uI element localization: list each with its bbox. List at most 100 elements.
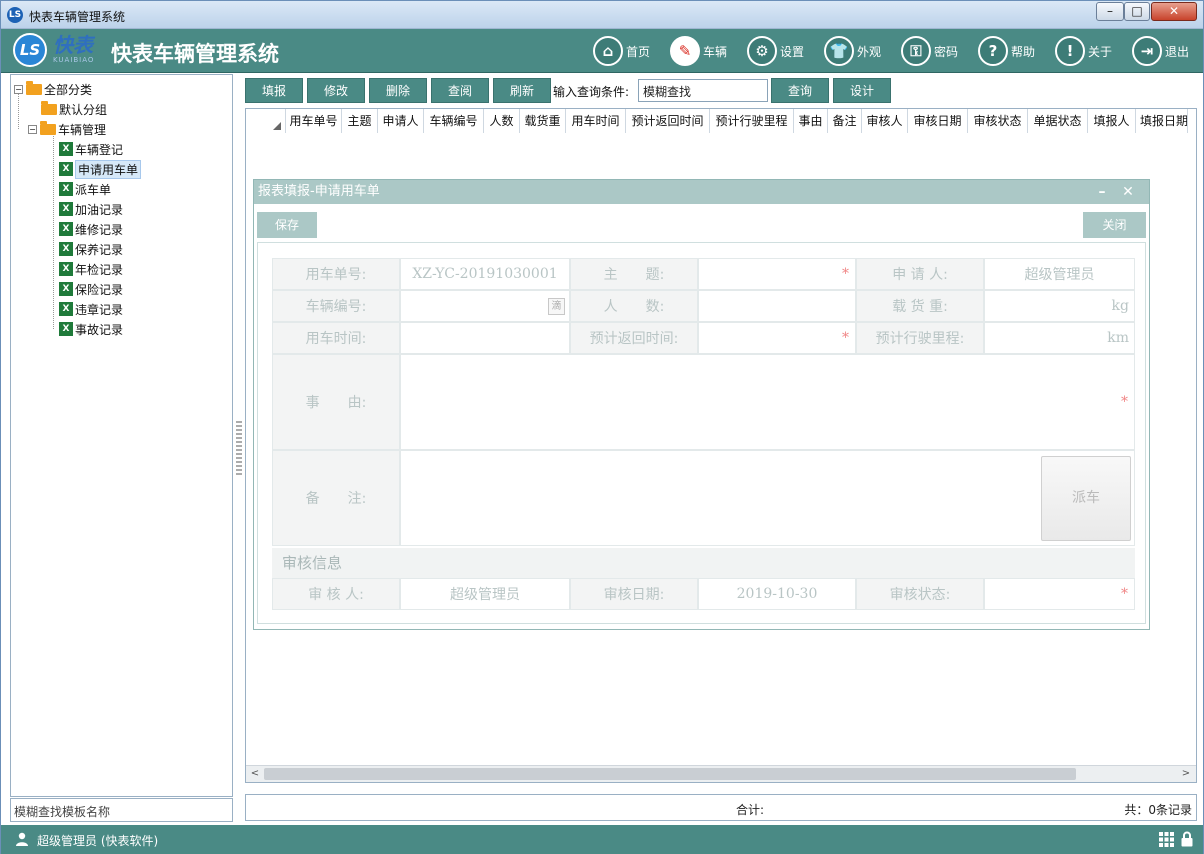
brand-logo-text: 快表 xyxy=(53,33,93,57)
query-button[interactable]: 查询 xyxy=(771,78,829,103)
mileage-field[interactable]: km xyxy=(984,322,1135,354)
order-no-field[interactable]: XZ-YC-20191030001 xyxy=(400,258,570,290)
grid-menu-icon[interactable] xyxy=(1159,832,1174,847)
tree-item-accident[interactable]: X 事故记录 xyxy=(59,320,123,338)
query-input[interactable]: 模糊查找 xyxy=(638,79,768,102)
grid-column-header[interactable]: 事由 xyxy=(794,109,828,133)
tree-item-inspection[interactable]: X 年检记录 xyxy=(59,260,123,278)
tree-item-dispatch[interactable]: X 派车单 xyxy=(59,180,111,198)
subject-field[interactable]: * xyxy=(698,258,856,290)
reason-label: 事 由: xyxy=(272,354,400,450)
user-icon xyxy=(15,832,29,846)
tree-node-vehicle-mgmt[interactable]: − 车辆管理 xyxy=(28,120,106,138)
fill-button[interactable]: 填报 xyxy=(245,78,303,103)
dialog-title: 报表填报-申请用车单 xyxy=(254,180,1149,204)
view-button[interactable]: 查阅 xyxy=(431,78,489,103)
grid-column-header[interactable]: 审核日期 xyxy=(908,109,968,133)
minimize-button[interactable]: – xyxy=(1096,2,1124,21)
tree-item-fuel[interactable]: X 加油记录 xyxy=(59,200,123,218)
nav-home[interactable]: ⌂ 首页 xyxy=(593,33,650,69)
tree-item-violation[interactable]: X 违章记录 xyxy=(59,300,123,318)
audit-date-field[interactable]: 2019-10-30 xyxy=(698,578,856,610)
save-button[interactable]: 保存 xyxy=(257,212,317,238)
close-button[interactable]: 关闭 xyxy=(1083,212,1146,238)
vehicle-no-field[interactable]: 滴 xyxy=(400,290,570,322)
grid-column-header[interactable]: 载货重 xyxy=(520,109,566,133)
nav-password[interactable]: ⚿ 密码 xyxy=(901,33,958,69)
grid-column-header[interactable]: 申请人 xyxy=(378,109,424,133)
dispatch-button[interactable]: 派车 xyxy=(1041,456,1131,541)
panel-splitter-handle[interactable] xyxy=(236,421,242,477)
tree-item-label: 维修记录 xyxy=(75,222,124,237)
required-mark: * xyxy=(1121,586,1128,602)
order-no-label: 用车单号: xyxy=(272,258,400,290)
cargo-field[interactable]: kg xyxy=(984,290,1135,322)
maximize-button[interactable]: □ xyxy=(1124,2,1150,21)
grid-column-header[interactable]: 填报人 xyxy=(1088,109,1136,133)
scroll-thumb[interactable] xyxy=(264,768,1076,780)
return-time-field[interactable]: * xyxy=(698,322,856,354)
toolbar: 填报 修改 删除 查阅 刷新 输入查询条件: 模糊查找 查询 设计 xyxy=(245,77,1197,105)
category-tree: − 全部分类 默认分组 − 车辆管理 X 车辆登记 X 申请用车单 X 派车单 X 加油记录… xyxy=(10,74,233,797)
info-icon: ! xyxy=(1055,36,1085,66)
nav-settings[interactable]: ⚙ 设置 xyxy=(747,33,804,69)
current-user: 超级管理员 (快表软件) xyxy=(37,834,159,848)
collapse-icon[interactable]: − xyxy=(28,124,37,134)
applicant-field[interactable]: 超级管理员 xyxy=(984,258,1135,290)
tree-item-insurance[interactable]: X 保险记录 xyxy=(59,280,123,298)
remark-field[interactable] xyxy=(400,450,1135,546)
refresh-button[interactable]: 刷新 xyxy=(493,78,551,103)
horizontal-scrollbar[interactable]: < > xyxy=(246,765,1196,782)
nav-about[interactable]: ! 关于 xyxy=(1055,33,1112,69)
nav-exit[interactable]: ⇥ 退出 xyxy=(1132,33,1189,69)
grid-column-header[interactable]: 预计行驶里程 xyxy=(710,109,794,133)
nav-help[interactable]: ? 帮助 xyxy=(978,33,1035,69)
design-button[interactable]: 设计 xyxy=(833,78,891,103)
mileage-label: 预计行驶里程: xyxy=(856,322,984,354)
tree-item-apply-vehicle[interactable]: X 申请用车单 xyxy=(59,159,142,179)
edit-button[interactable]: 修改 xyxy=(307,78,365,103)
reason-field[interactable]: * xyxy=(400,354,1135,450)
grid-column-header[interactable]: 预计返回时间 xyxy=(626,109,710,133)
vehicle-picker-button[interactable]: 滴 xyxy=(548,297,565,315)
grid-column-header[interactable]: 备注 xyxy=(828,109,862,133)
grid-column-header[interactable]: 人数 xyxy=(484,109,520,133)
use-time-field[interactable] xyxy=(400,322,570,354)
people-field[interactable] xyxy=(698,290,856,322)
grid-column-header[interactable]: 用车单号 xyxy=(286,109,342,133)
return-time-label: 预计返回时间: xyxy=(570,322,698,354)
excel-file-icon: X xyxy=(59,242,73,256)
scroll-left-icon[interactable]: < xyxy=(248,768,262,780)
audit-status-field[interactable]: * xyxy=(984,578,1135,610)
grid-column-header[interactable]: 主题 xyxy=(342,109,378,133)
brand-logo-subtext: KUAIBIAO xyxy=(53,56,95,64)
grid-column-header[interactable]: 审核状态 xyxy=(968,109,1028,133)
grid-footer: 合计: 共：0条记录 xyxy=(245,794,1197,821)
nav-appearance[interactable]: 👕 外观 xyxy=(824,33,881,69)
dialog-minimize-button[interactable]: – xyxy=(1092,180,1112,204)
excel-file-icon: X xyxy=(59,322,73,336)
grid-column-header[interactable]: 单据状态 xyxy=(1028,109,1088,133)
required-mark: * xyxy=(842,266,849,282)
auditor-field[interactable]: 超级管理员 xyxy=(400,578,570,610)
excel-file-icon: X xyxy=(59,262,73,276)
grid-column-header[interactable]: 填报日期 xyxy=(1136,109,1188,133)
grid-column-header[interactable]: 车辆编号 xyxy=(424,109,484,133)
grid-corner[interactable] xyxy=(246,109,286,133)
tree-node-root[interactable]: − 全部分类 xyxy=(14,80,92,98)
tree-node-default-group[interactable]: 默认分组 xyxy=(41,100,107,118)
close-window-button[interactable]: ✕ xyxy=(1151,2,1197,21)
template-search-input[interactable]: 模糊查找模板名称 xyxy=(10,798,233,822)
folder-icon xyxy=(26,80,42,95)
grid-column-header[interactable]: 用车时间 xyxy=(566,109,626,133)
tree-item-repair[interactable]: X 维修记录 xyxy=(59,220,123,238)
scroll-right-icon[interactable]: > xyxy=(1179,768,1193,780)
collapse-icon[interactable]: − xyxy=(14,84,23,94)
lock-icon[interactable] xyxy=(1181,831,1193,847)
tree-item-maintenance[interactable]: X 保养记录 xyxy=(59,240,123,258)
delete-button[interactable]: 删除 xyxy=(369,78,427,103)
dialog-close-icon[interactable]: ✕ xyxy=(1118,180,1138,204)
nav-vehicle[interactable]: ✎ 车辆 xyxy=(670,33,727,69)
grid-column-header[interactable]: 审核人 xyxy=(862,109,908,133)
tree-item-vehicle-register[interactable]: X 车辆登记 xyxy=(59,140,123,158)
